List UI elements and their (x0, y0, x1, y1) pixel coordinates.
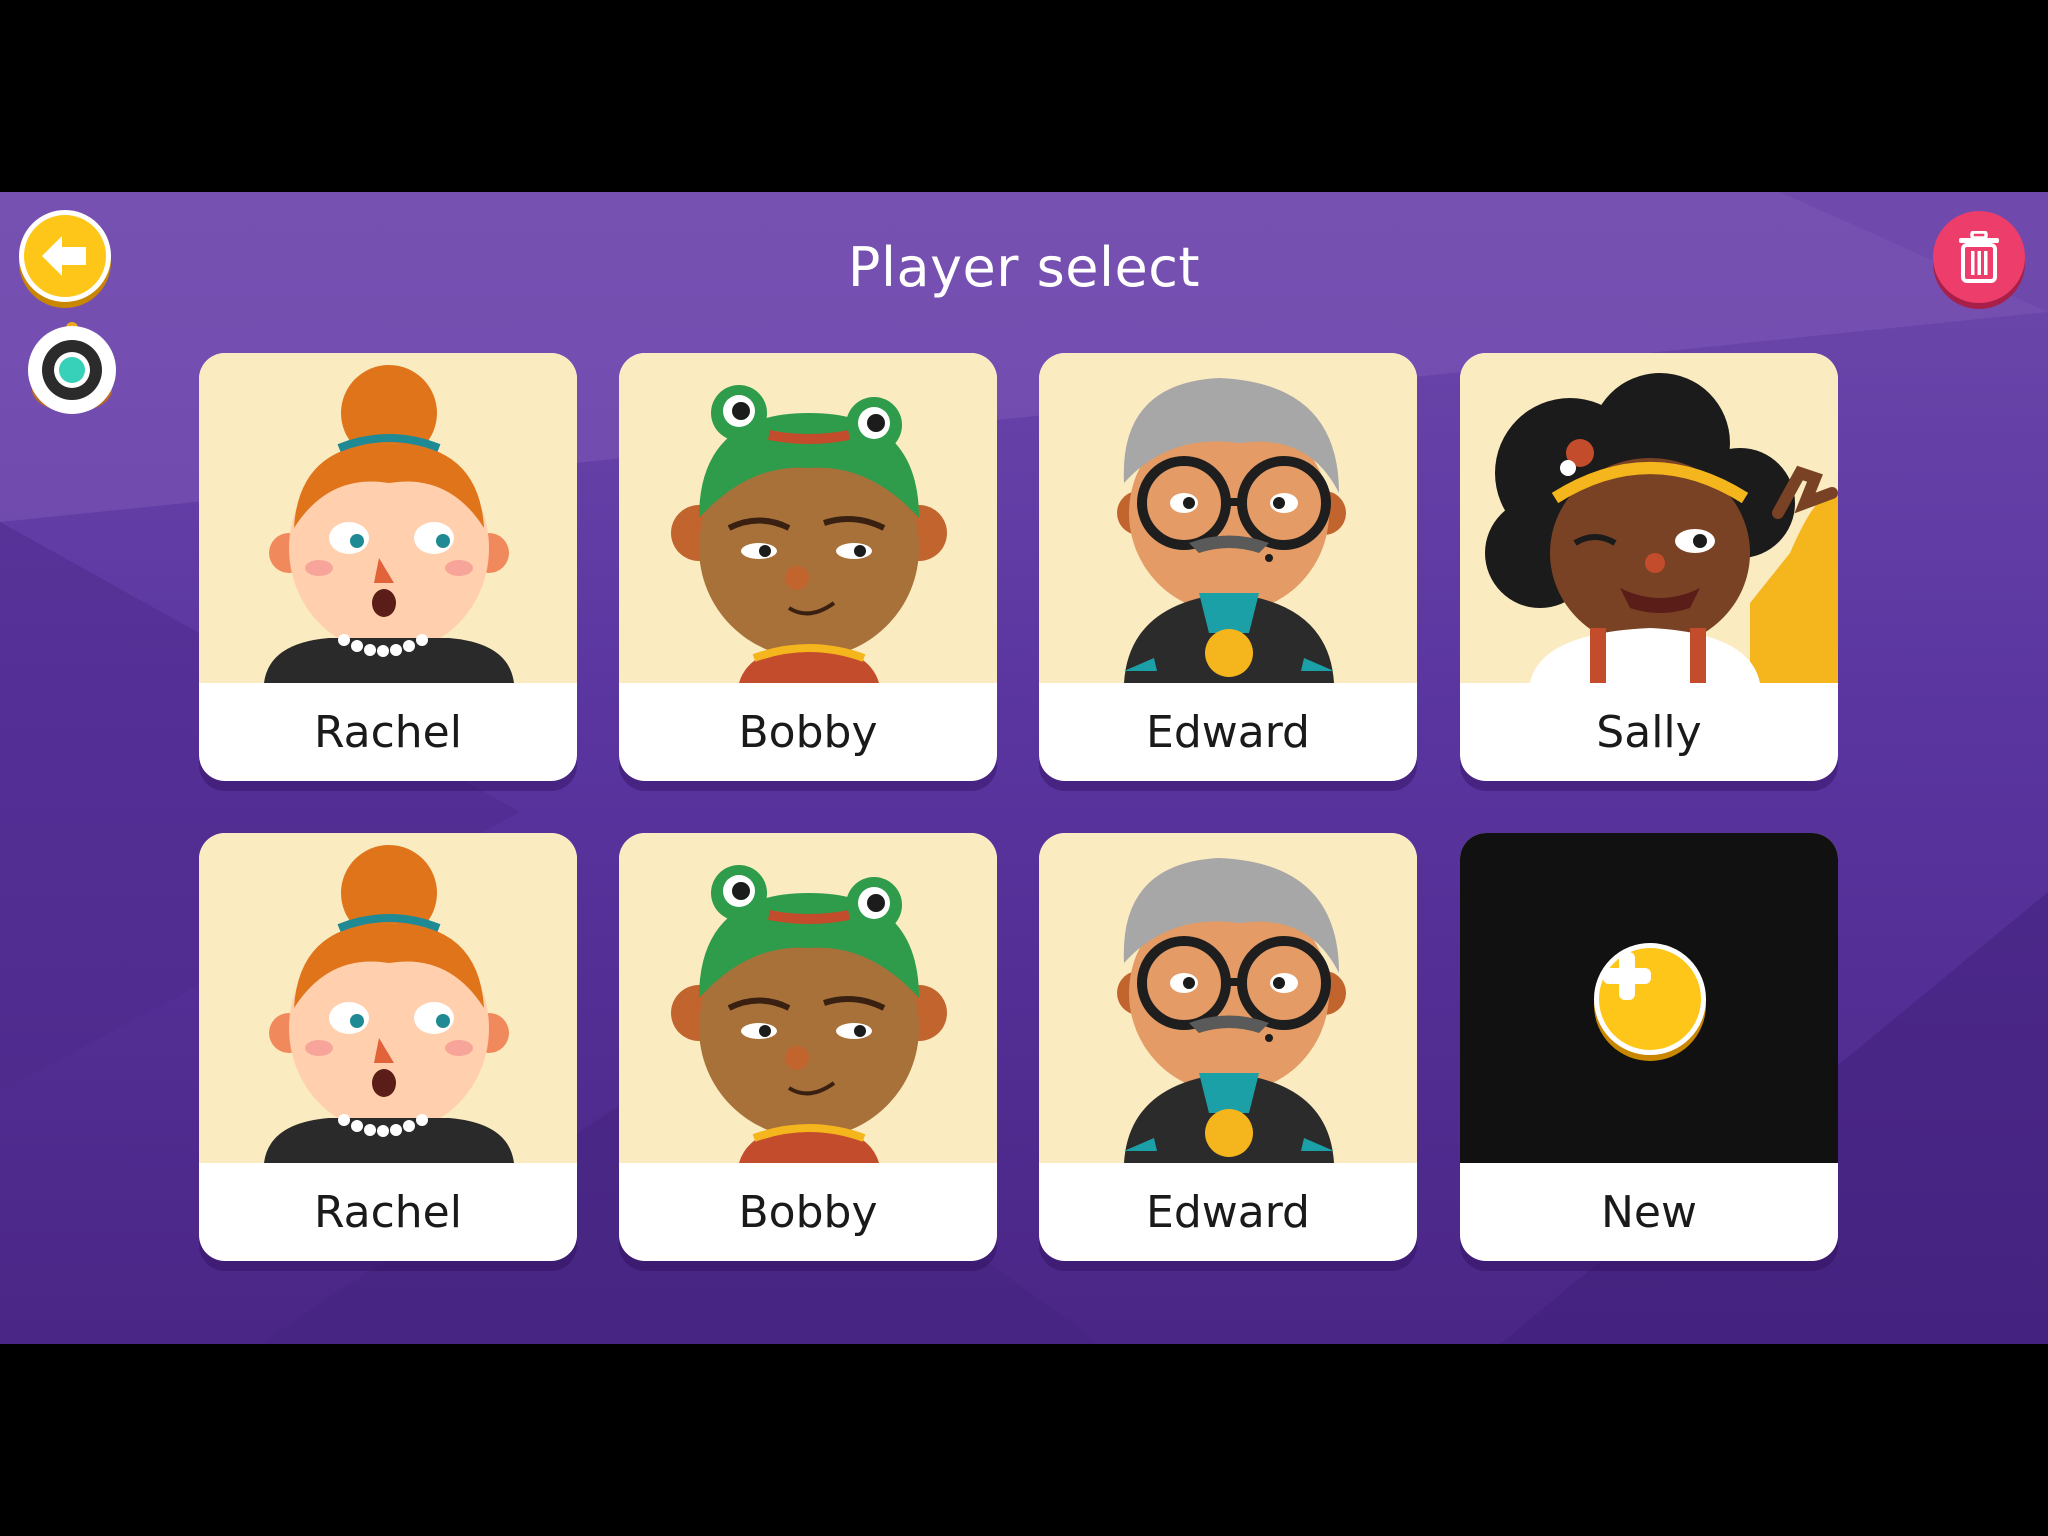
avatar (619, 353, 997, 683)
avatar (1039, 833, 1417, 1163)
rachel-avatar-icon (264, 845, 514, 1163)
bobby-avatar-icon (671, 385, 947, 683)
player-card-bobby[interactable]: Bobby (619, 833, 997, 1261)
avatar (199, 353, 577, 683)
new-player-label: New (1601, 1186, 1697, 1238)
letterbox-bottom (0, 1344, 2048, 1536)
player-name: Sally (1596, 706, 1702, 758)
avatar (199, 833, 577, 1163)
avatar (1460, 353, 1838, 683)
player-name: Rachel (314, 1186, 462, 1238)
robot-icon[interactable] (26, 320, 118, 416)
new-player-tile (1460, 833, 1838, 1163)
trash-icon (1959, 231, 1999, 283)
player-card-edward[interactable]: Edward (1039, 353, 1417, 781)
player-card-rachel[interactable]: Rachel (199, 353, 577, 781)
avatar (1039, 353, 1417, 683)
letterbox-top (0, 0, 2048, 192)
edward-avatar-icon (1117, 858, 1346, 1163)
player-card-edward[interactable]: Edward (1039, 833, 1417, 1261)
player-name: Rachel (314, 706, 462, 758)
sally-avatar-icon (1485, 373, 1838, 683)
edward-avatar-icon (1117, 378, 1346, 683)
page-title: Player select (847, 236, 1201, 299)
player-name: Bobby (738, 1186, 878, 1238)
player-card-rachel[interactable]: Rachel (199, 833, 577, 1261)
avatar (619, 833, 997, 1163)
delete-button[interactable] (1933, 211, 2025, 303)
player-name: Edward (1146, 1186, 1310, 1238)
player-select-screen: Player select Rachel Bobby Edward Sally … (0, 192, 2048, 1344)
rachel-avatar-icon (264, 365, 514, 683)
player-name: Edward (1146, 706, 1310, 758)
player-card-bobby[interactable]: Bobby (619, 353, 997, 781)
player-card-sally[interactable]: Sally (1460, 353, 1838, 781)
add-player-button[interactable] (1594, 943, 1706, 1055)
bobby-avatar-icon (671, 865, 947, 1163)
player-name: Bobby (738, 706, 878, 758)
plus-icon (1603, 952, 1651, 1000)
new-player-card[interactable]: New (1460, 833, 1838, 1261)
